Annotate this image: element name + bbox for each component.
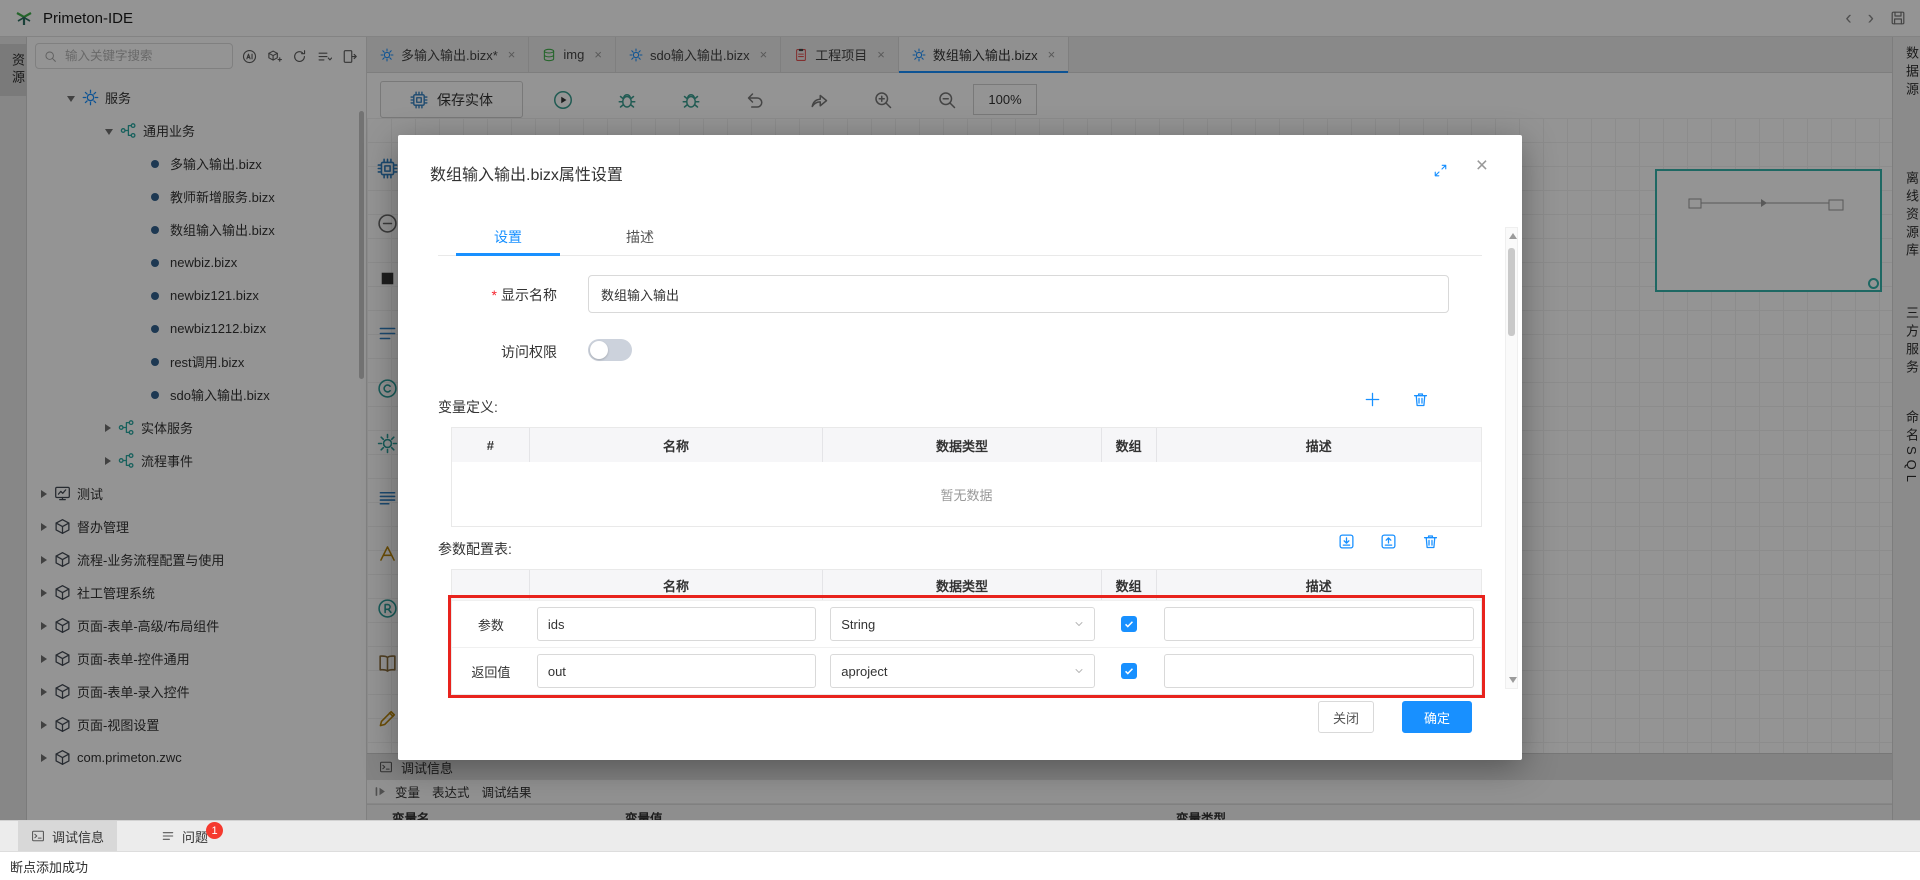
column-header: 名称 <box>530 428 823 462</box>
required-mark: * <box>492 287 497 303</box>
access-label: 访问权限 <box>427 342 557 362</box>
column-header: 描述 <box>1157 428 1481 462</box>
variables-section-label: 变量定义: <box>438 397 498 417</box>
variables-table-header: #名称数据类型数组描述 <box>452 428 1481 462</box>
status-message: 断点添加成功 <box>10 857 88 876</box>
close-button[interactable]: 关闭 <box>1318 701 1374 733</box>
column-header: 名称 <box>530 570 823 600</box>
tab-debug-info[interactable]: 调试信息 <box>18 821 117 851</box>
trash-icon[interactable] <box>1412 391 1429 408</box>
trash-icon[interactable] <box>1422 533 1439 550</box>
param-desc-input[interactable] <box>1164 654 1474 688</box>
terminal-icon <box>31 829 45 843</box>
add-icon[interactable] <box>1364 391 1381 408</box>
app-root: Primeton-IDE ‹ › 资源 服务通用业务多输入输出.bizx教师新增… <box>0 0 1920 880</box>
expand-icon[interactable] <box>1433 163 1448 178</box>
param-row-label: 返回值 <box>452 648 530 694</box>
chevron-down-icon <box>1073 665 1085 677</box>
column-header: # <box>452 428 530 462</box>
access-toggle[interactable] <box>588 339 632 361</box>
import-icon[interactable] <box>1338 533 1355 550</box>
variables-table: #名称数据类型数组描述 暂无数据 <box>451 427 1482 527</box>
param-desc-input[interactable] <box>1164 607 1474 641</box>
column-header <box>452 570 530 600</box>
dialog-tab-description[interactable]: 描述 <box>574 227 706 247</box>
tab-divider <box>438 255 1482 256</box>
array-checkbox[interactable] <box>1121 663 1137 679</box>
close-icon[interactable]: × <box>1476 155 1488 176</box>
param-row: 参数 String <box>452 600 1481 647</box>
column-header: 数组 <box>1102 570 1157 600</box>
param-row: 返回值 aproject <box>452 647 1481 694</box>
params-table-body: 参数 String 返回值 aproject <box>452 600 1481 694</box>
dialog-title: 数组输入输出.bizx属性设置 <box>430 161 623 185</box>
param-type-select[interactable]: aproject <box>830 654 1094 688</box>
scroll-up-icon[interactable] <box>1509 233 1517 239</box>
status-bar: 断点添加成功 <box>0 851 1920 880</box>
chevron-down-icon <box>1073 618 1085 630</box>
scroll-down-icon[interactable] <box>1509 677 1517 683</box>
export-icon[interactable] <box>1380 533 1397 550</box>
params-actions <box>1338 533 1439 550</box>
bottom-tab-bar: 调试信息 问题 1 <box>0 820 1920 851</box>
column-header: 数组 <box>1102 428 1157 462</box>
param-type-select[interactable]: String <box>830 607 1094 641</box>
param-name-input[interactable] <box>537 654 816 688</box>
active-tab-underline <box>456 253 560 256</box>
params-table: 名称数据类型数组描述 参数 String 返回值 aproject <box>451 569 1482 695</box>
param-name-input[interactable] <box>537 607 816 641</box>
ok-button[interactable]: 确定 <box>1402 701 1472 733</box>
dialog-tab-settings[interactable]: 设置 <box>442 227 574 247</box>
variables-empty-state: 暂无数据 <box>452 462 1481 526</box>
properties-dialog: 数组输入输出.bizx属性设置 × 设置 描述 *显示名称 访问权限 变量定义:… <box>398 135 1522 760</box>
params-section-label: 参数配置表: <box>438 539 512 559</box>
selected-type: aproject <box>841 664 887 679</box>
problems-count-badge: 1 <box>206 822 223 839</box>
variables-actions <box>1364 391 1429 408</box>
display-name-label: *显示名称 <box>427 285 557 305</box>
scroll-thumb[interactable] <box>1508 248 1515 336</box>
column-header: 描述 <box>1157 570 1481 600</box>
param-row-label: 参数 <box>452 601 530 647</box>
column-header: 数据类型 <box>823 570 1101 600</box>
column-header: 数据类型 <box>823 428 1101 462</box>
selected-type: String <box>841 617 875 632</box>
list-icon <box>161 829 175 843</box>
display-name-input[interactable] <box>588 275 1449 313</box>
dialog-scrollbar[interactable] <box>1505 227 1518 689</box>
array-checkbox[interactable] <box>1121 616 1137 632</box>
params-table-header: 名称数据类型数组描述 <box>452 570 1481 600</box>
